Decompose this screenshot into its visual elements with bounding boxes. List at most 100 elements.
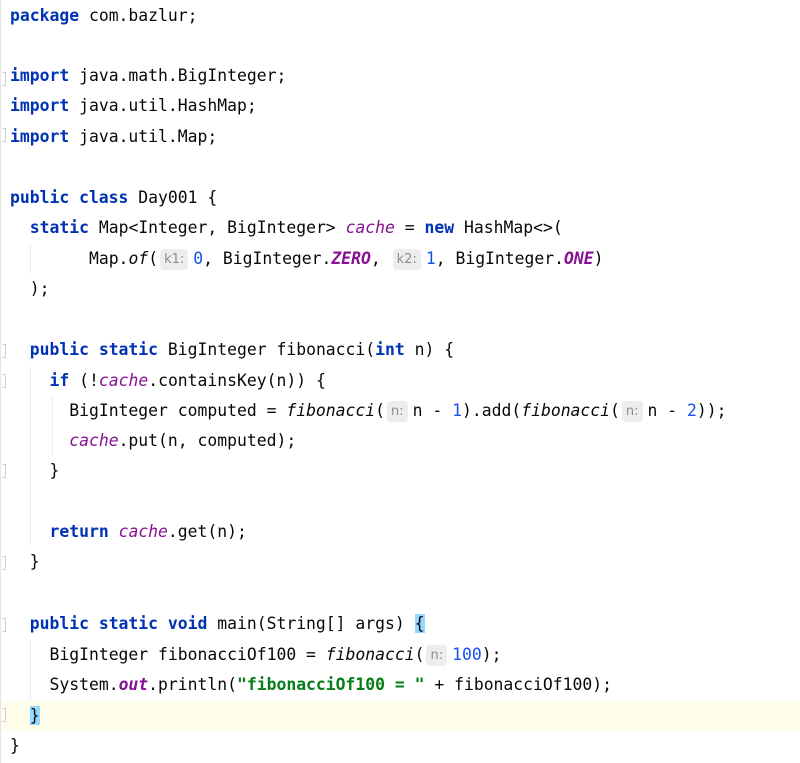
code-text: , [370,249,381,268]
import-path: java.util.Map; [79,127,218,146]
code-line-package[interactable]: package com.bazlur; [10,1,198,31]
code-line-fib-decl[interactable]: public static BigInteger fibonacci(int n… [10,335,454,365]
code-line-fib-close[interactable]: } [10,547,40,577]
code-line-println[interactable]: System.out.println("fibonacciOf100 = " +… [10,670,612,700]
code-text: ).add( [462,401,522,420]
code-text: .put(n, computed); [118,431,297,450]
fold-marker[interactable] [2,556,6,570]
constant: ONE [564,249,594,268]
method-signature: BigInteger fibonacci( [167,340,376,359]
operator: = [404,218,415,237]
current-line-highlight [0,701,800,731]
keyword: int [375,340,405,359]
fold-marker[interactable] [2,618,6,632]
number-literal: 1 [425,249,436,268]
constant: ZERO [331,249,371,268]
code-line-if-close[interactable]: } [10,456,59,486]
constructor: HashMap<>( [464,218,563,237]
code-line-main-decl[interactable]: public static void main(String[] args) { [10,609,425,639]
code-text: BigInteger fibonacciOf100 = [49,645,326,664]
code-line-close-paren[interactable]: ); [10,274,50,304]
code-line-import[interactable]: import java.math.BigInteger; [10,61,286,91]
code-line-computed[interactable]: BigInteger computed = fibonacci(n: n - 1)… [10,396,727,426]
parameter-hint: n: [621,401,643,422]
matched-brace: } [29,706,40,725]
code-text: ); [29,279,50,298]
code-text: n - [412,401,453,420]
code-line-import[interactable]: import java.util.HashMap; [10,91,257,121]
closing-brace: } [49,461,60,480]
package-name: com.bazlur; [88,6,198,25]
keyword: new [424,218,455,237]
code-text: n - [647,401,688,420]
code-text: Map. [88,249,129,268]
field-name: out [118,675,149,694]
keyword: import [10,96,70,115]
code-text: ( [375,401,386,420]
number-literal: 0 [193,249,204,268]
code-line-main-close[interactable]: } [10,701,40,731]
code-text: , BigInteger. [435,249,565,268]
code-line-class-decl[interactable]: public class Day001 { [10,183,217,213]
code-line-import[interactable]: import java.util.Map; [10,122,217,152]
fold-marker[interactable] [2,708,6,722]
code-line-put[interactable]: cache.put(n, computed); [10,426,296,456]
code-text: ( [148,249,159,268]
fold-marker[interactable] [2,72,6,86]
string-literal: "fibonacciOf100 = " [236,675,425,694]
number-literal: 100 [452,645,482,664]
type-name: Map<Integer, BigInteger> [98,218,336,237]
code-text: , BigInteger. [203,249,332,268]
code-line-if[interactable]: if (!cache.containsKey(n)) { [10,366,326,396]
keyword: return [49,522,109,541]
parameter-hint: n: [426,645,448,666]
keyword: import [10,127,70,146]
method-signature: main(String[] args) [217,614,405,633]
code-text: .get(n); [167,522,247,541]
field-name: cache [98,371,149,390]
fold-marker[interactable] [2,344,6,358]
code-line-cache-decl[interactable]: static Map<Integer, BigInteger> cache = … [10,213,563,243]
parameter-hint: n: [387,401,408,422]
method-name: fibonacci [286,401,376,420]
closing-brace: } [29,552,40,571]
number-literal: 1 [452,401,462,420]
code-text: ); [481,645,502,664]
code-text: .println( [148,675,237,694]
parameter-hint: k2: [392,249,421,270]
field-name: cache [118,522,168,541]
fold-marker[interactable] [2,128,6,142]
class-name: Day001 { [138,188,218,207]
number-literal: 2 [687,401,697,420]
code-text: BigInteger computed = [69,401,287,420]
code-text: ( [610,401,620,420]
code-text: n) { [414,340,455,359]
code-line-return[interactable]: return cache.get(n); [10,517,247,547]
keyword: static [29,218,89,237]
editor-gutter [0,0,1,763]
code-text: (! [79,371,99,390]
closing-brace: } [10,736,20,755]
fold-marker[interactable] [2,374,6,388]
code-text: .containsKey(n)) { [148,371,326,390]
keyword: public class [10,188,129,207]
code-text: System. [49,675,119,694]
matched-brace: { [414,614,425,633]
field-name: cache [69,431,119,450]
keyword: package [10,6,80,25]
code-text: ( [414,645,425,664]
code-text: )); [696,401,727,420]
import-path: java.math.BigInteger; [79,66,287,85]
keyword: import [10,66,70,85]
keyword: public static [29,340,159,359]
method-name: fibonacci [325,645,415,664]
code-line-map-of[interactable]: Map.of(k1: 0, BigInteger.ZERO, k2: 1, BigI… [10,244,604,274]
keyword: if [49,371,70,390]
fold-marker[interactable] [2,464,6,478]
keyword: public static void [29,614,208,633]
method-name: of [128,249,149,268]
field-name: cache [345,218,395,237]
parameter-hint: k1: [160,249,189,270]
code-line-class-close[interactable]: } [10,731,20,761]
code-line-fib100[interactable]: BigInteger fibonacciOf100 = fibonacci(n:… [10,640,501,670]
